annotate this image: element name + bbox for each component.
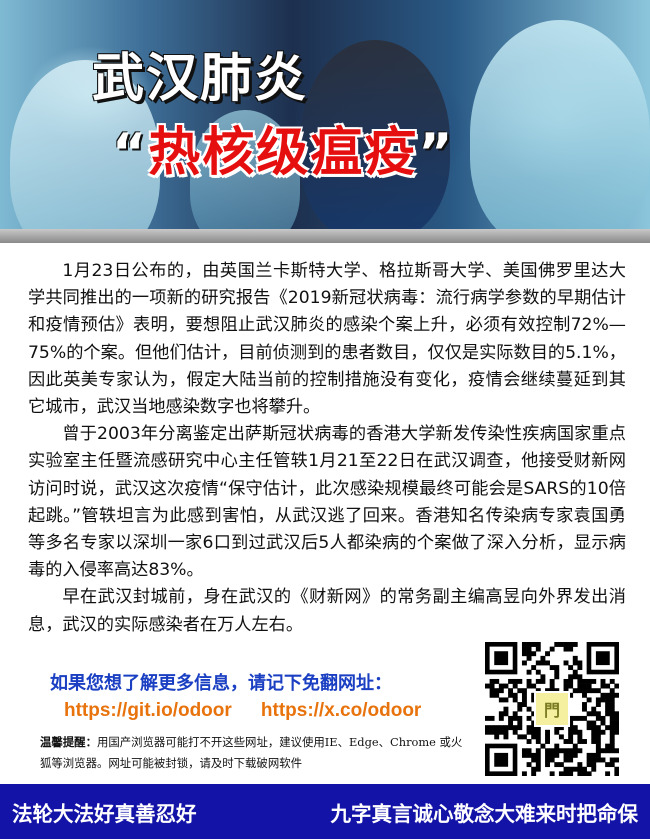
hero-subtitle: “热核级瘟疫” [112, 110, 454, 185]
info-headline: 如果您想了解更多信息，请记下免翻网址： [50, 673, 392, 694]
article-paragraph: 1月23日公布的，由英国兰卡斯特大学、格拉斯哥大学、美国佛罗里达大学共同推出的一… [28, 261, 626, 418]
hero-title: 武汉肺炎 [92, 49, 309, 109]
quote-close: ” [418, 123, 455, 183]
tip-text: 用国产浏览器可能打不开这些网址，建议使用IE、Edge、Chrome 或火狐等浏… [40, 735, 463, 770]
browser-tip: 温馨提醒：用国产浏览器可能打不开这些网址，建议使用IE、Edge、Chrome … [40, 732, 470, 774]
article-paragraph: 早在武汉封城前，身在武汉的《财新网》的常务副主编高昱向外界发出消息，武汉的实际感… [28, 587, 626, 635]
footer-right-text: 九字真言诚心敬念大难来时把命保 [330, 801, 639, 826]
quote-open: “ [112, 123, 149, 183]
url-list: https://git.io/odoor https://x.co/odoor [64, 700, 445, 722]
article-body: 1月23日公布的，由英国兰卡斯特大学、格拉斯哥大学、美国佛罗里达大学共同推出的一… [28, 258, 626, 639]
medic-figure-right [470, 20, 650, 243]
url-link-xco[interactable]: https://x.co/odoor [261, 700, 421, 721]
qr-logo-icon: 門 [534, 691, 570, 727]
hero-banner: 武汉肺炎 “热核级瘟疫” [0, 0, 650, 243]
footer-banner: 法轮大法好真善忍好 九字真言诚心敬念大难来时把命保 [0, 784, 650, 839]
footer-left-text: 法轮大法好真善忍好 [12, 801, 197, 826]
article-paragraph: 曾于2003年分离鉴定出萨斯冠状病毒的香港大学新发传染性疾病国家重点实验室主任暨… [28, 424, 626, 581]
url-link-git[interactable]: https://git.io/odoor [64, 700, 232, 721]
hero-bottom-bar [0, 229, 650, 243]
qr-code: 門 [485, 642, 620, 777]
tip-label: 温馨提醒： [40, 735, 97, 749]
hero-subtitle-text: 热核级瘟疫 [148, 123, 419, 183]
